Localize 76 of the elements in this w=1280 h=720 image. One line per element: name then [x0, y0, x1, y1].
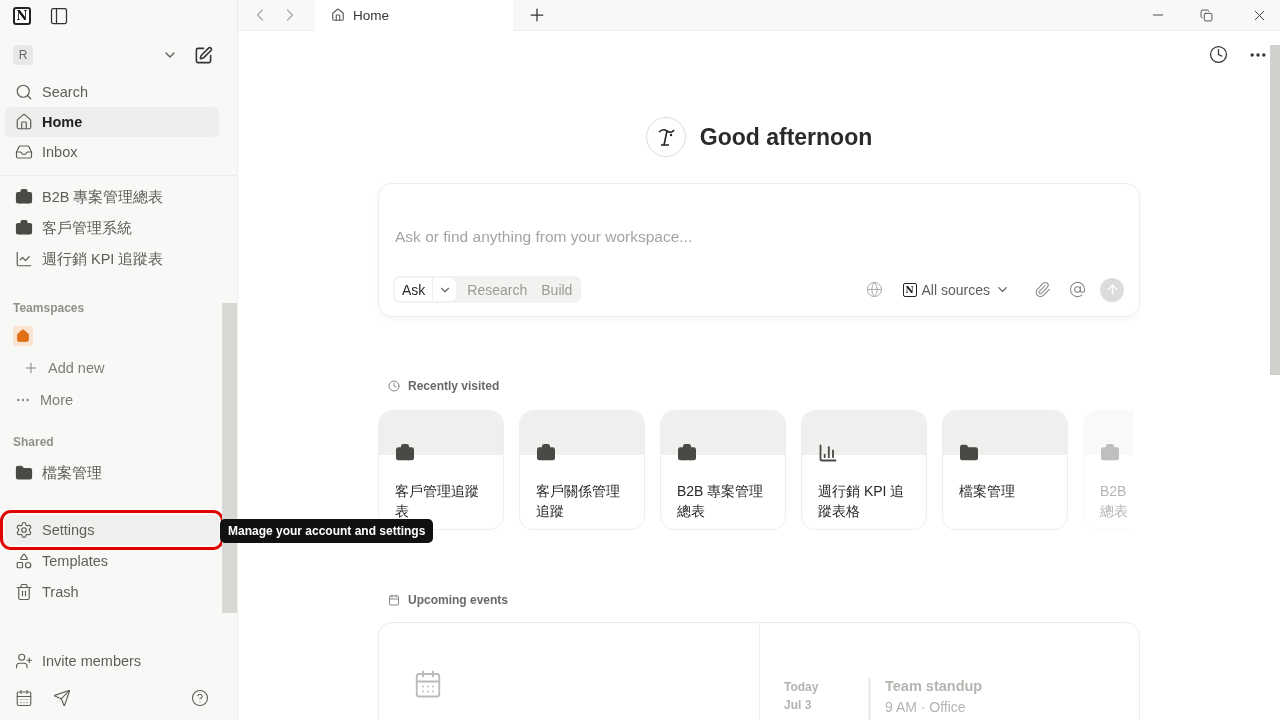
clock-icon: [388, 380, 400, 392]
briefcase-icon: [1100, 443, 1120, 463]
workspace-avatar[interactable]: R: [13, 45, 33, 65]
mention-icon[interactable]: [1069, 281, 1086, 298]
clock-icon[interactable]: [1209, 45, 1228, 65]
event-day: Today: [784, 678, 868, 696]
settings-icon: [15, 521, 33, 539]
sidebar-item[interactable]: Templates: [5, 546, 219, 576]
card-title: 客戶關係管理: [536, 482, 621, 501]
greeting-heading: Good afternoon: [699, 123, 873, 151]
card-title: 週行銷 KPI 追: [818, 482, 906, 501]
restore-icon[interactable]: [1200, 8, 1213, 22]
calendar-icon: [388, 594, 400, 606]
page-item[interactable]: B2B 專案管理總表: [5, 182, 219, 212]
sidebar-item[interactable]: Add new: [5, 352, 219, 384]
section-label: Teamspaces: [12, 300, 86, 317]
section-heading: Upcoming events: [408, 593, 509, 607]
sidebar-item[interactable]: Home: [5, 107, 219, 137]
invite-members-button[interactable]: Invite members: [5, 646, 219, 676]
line-chart-icon: [15, 250, 33, 268]
user-plus-icon: [15, 652, 33, 670]
calendar-icon: [413, 669, 443, 699]
briefcase-icon: [15, 219, 33, 237]
page-card[interactable]: 檔案管理: [942, 410, 1068, 530]
event-detail: 9 AM · Office: [885, 699, 967, 715]
shapes-icon: [15, 552, 33, 570]
paperclip-icon[interactable]: [1034, 281, 1051, 298]
sidebar-toggle-icon[interactable]: [49, 5, 69, 26]
page-card[interactable]: 週行銷 KPI 追 蹤表格: [801, 410, 927, 530]
briefcase-icon: [395, 443, 415, 463]
send-icon[interactable]: [53, 689, 71, 707]
app-logo: N: [902, 282, 917, 297]
briefcase-icon: [15, 188, 33, 206]
event-title: Team standup: [885, 678, 983, 694]
sidebar-item[interactable]: More: [5, 384, 219, 416]
sidebar-item[interactable]: Inbox: [5, 137, 219, 167]
plus-icon: [23, 360, 39, 376]
teamspace-icon[interactable]: [13, 326, 33, 346]
house-icon: [331, 8, 345, 22]
calendar-icon[interactable]: [15, 689, 33, 707]
bar-chart-icon: [818, 443, 838, 463]
mode-dropdown[interactable]: [432, 278, 457, 301]
trash-icon: [15, 583, 33, 601]
briefcase-icon: [677, 443, 697, 463]
tooltip: Manage your account and settings: [220, 519, 434, 543]
card-title: 追蹤: [536, 502, 565, 521]
sidebar-item[interactable]: Search: [5, 77, 219, 107]
card-title: 蹤表格: [818, 502, 861, 521]
section-label: Shared: [12, 434, 55, 451]
mode-tab[interactable]: Ask: [395, 278, 433, 301]
page-card[interactable]: 客戶關係管理 追蹤: [519, 410, 645, 530]
card-title: 總表: [1100, 502, 1129, 521]
briefcase-icon: [536, 443, 556, 463]
house-icon: [15, 113, 33, 131]
tab[interactable]: Home: [315, 0, 513, 31]
ask-box: Ask or find anything from your workspace... Ask Research Build N All sources: [378, 183, 1140, 317]
folder-icon: [15, 464, 33, 482]
help-icon[interactable]: [191, 689, 209, 707]
page-item[interactable]: 週行銷 KPI 追蹤表: [5, 244, 219, 274]
card-title: 客戶管理追蹤: [395, 482, 480, 501]
card-title: 檔案管理: [959, 482, 1016, 501]
sidebar-item[interactable]: Trash: [5, 577, 219, 607]
page-card[interactable]: B2B 專案管理 總表: [660, 410, 786, 530]
page-item[interactable]: 檔案管理: [5, 458, 219, 488]
app-logo: N: [13, 6, 31, 25]
card-title: 總表: [677, 502, 706, 521]
page-item[interactable]: 客戶管理系統: [5, 213, 219, 243]
new-page-icon[interactable]: [194, 45, 213, 65]
section-heading: Recently visited: [408, 379, 500, 393]
event-date: Jul 3: [784, 697, 813, 714]
card-title: B2B: [1100, 482, 1128, 501]
search-icon: [15, 83, 33, 101]
inbox-icon: [15, 143, 33, 161]
card-title: B2B 專案管理: [677, 482, 765, 501]
sources-dropdown[interactable]: N All sources: [902, 281, 1010, 298]
card-title: 表: [395, 502, 410, 521]
